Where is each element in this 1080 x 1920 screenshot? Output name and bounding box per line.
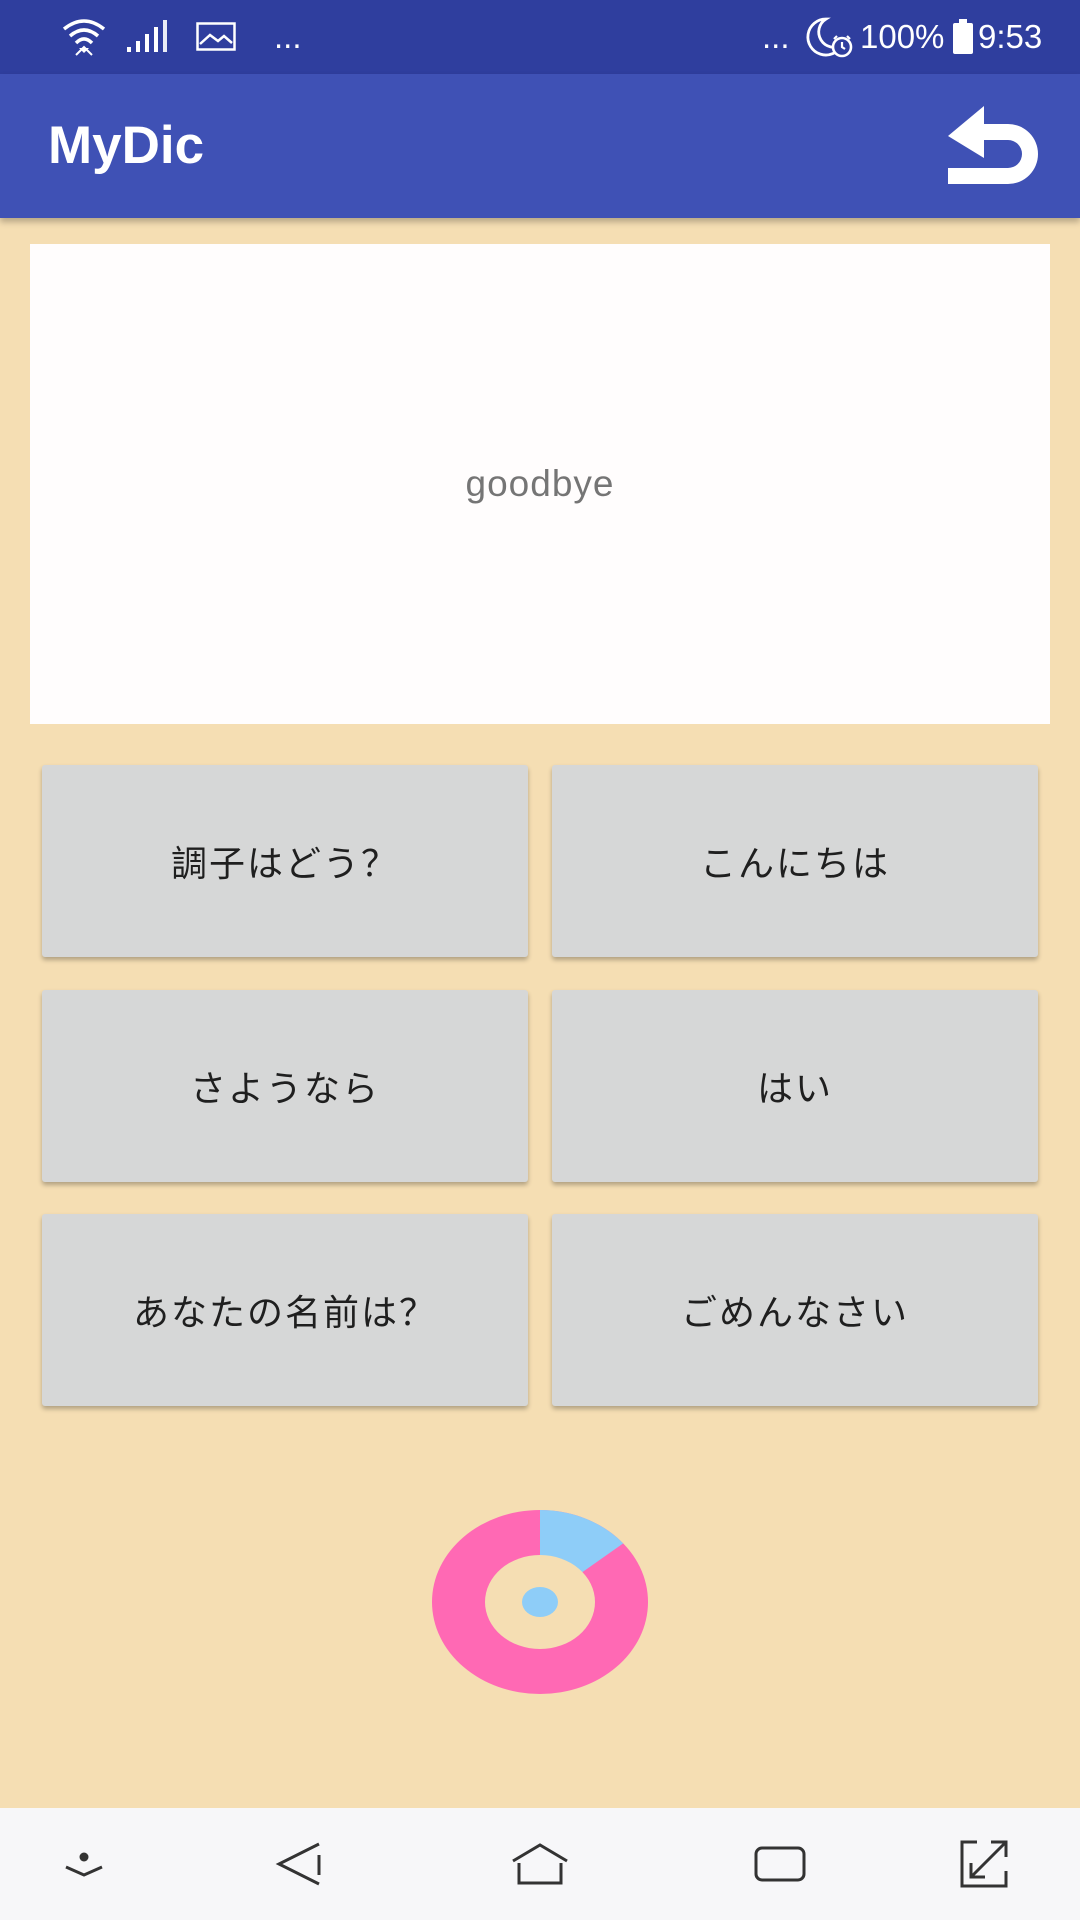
expand-screen-button[interactable] — [924, 1808, 1044, 1920]
return-button[interactable] — [948, 102, 1048, 192]
image-notification-icon — [196, 0, 236, 74]
choice-button-1[interactable]: 調子はどう？ — [42, 765, 528, 957]
word-card: goodbye — [30, 244, 1050, 724]
back-triangle-icon — [275, 1842, 321, 1886]
hide-keyboard-icon — [65, 1852, 103, 1877]
clock-time: 9:53 — [978, 18, 1043, 55]
recent-apps-icon — [754, 1846, 806, 1882]
navigation-bar — [0, 1808, 1080, 1920]
expand-icon — [960, 1840, 1008, 1888]
progress-donut — [430, 1508, 650, 1696]
return-arrow-icon — [948, 106, 1038, 184]
signal-icon — [126, 0, 170, 74]
status-left-ellipsis: ... — [274, 18, 302, 55]
choice-button-4[interactable]: はい — [552, 990, 1038, 1182]
moon-alarm-icon — [802, 0, 854, 74]
home-button[interactable] — [480, 1808, 600, 1920]
battery-icon — [952, 0, 974, 74]
hide-keyboard-button[interactable] — [24, 1808, 144, 1920]
choice-button-6[interactable]: ごめんなさい — [552, 1214, 1038, 1406]
status-bar: ... ... 100% 9:53 — [0, 0, 1080, 74]
choice-button-5[interactable]: あなたの名前は？ — [42, 1214, 528, 1406]
question-word: goodbye — [465, 463, 615, 504]
app-bar: MyDic — [0, 74, 1080, 218]
recent-apps-button[interactable] — [720, 1808, 840, 1920]
wifi-icon — [62, 0, 106, 74]
donut-center-dot — [522, 1587, 558, 1617]
choice-button-2[interactable]: こんにちは — [552, 765, 1038, 957]
back-button[interactable] — [240, 1808, 360, 1920]
status-right-ellipsis: ... — [762, 18, 790, 55]
app-title: MyDic — [48, 116, 205, 175]
choice-button-3[interactable]: さようなら — [42, 990, 528, 1182]
home-icon — [512, 1843, 568, 1885]
battery-percent: 100% — [860, 18, 945, 55]
